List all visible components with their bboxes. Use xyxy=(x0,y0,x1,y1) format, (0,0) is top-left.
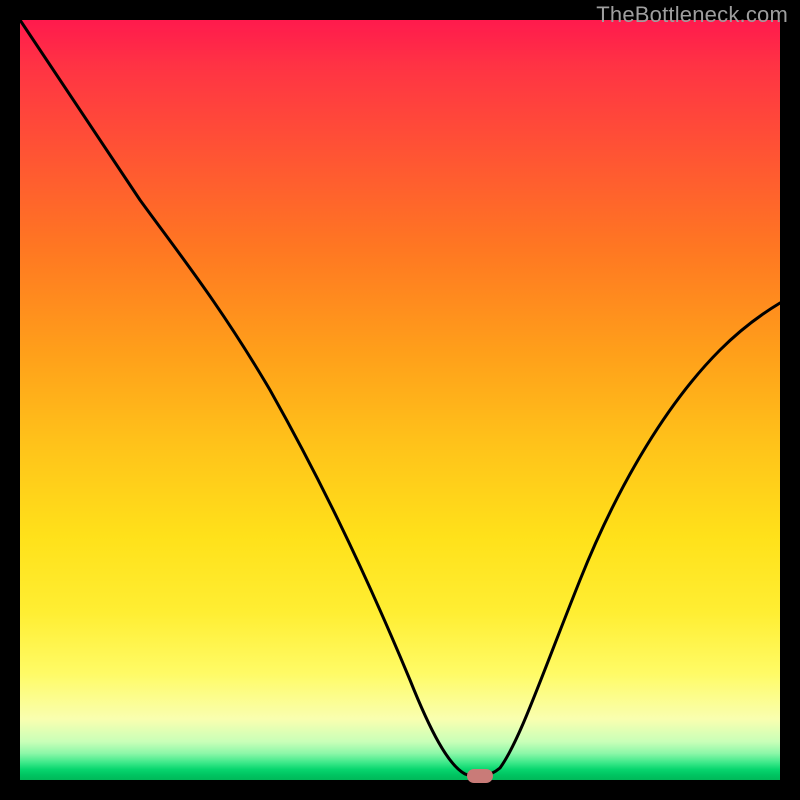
chart-frame: TheBottleneck.com xyxy=(0,0,800,800)
bottleneck-curve xyxy=(20,20,780,780)
curve-path xyxy=(20,20,780,776)
watermark-text: TheBottleneck.com xyxy=(596,2,788,28)
optimal-marker xyxy=(467,769,493,783)
plot-area xyxy=(20,20,780,780)
